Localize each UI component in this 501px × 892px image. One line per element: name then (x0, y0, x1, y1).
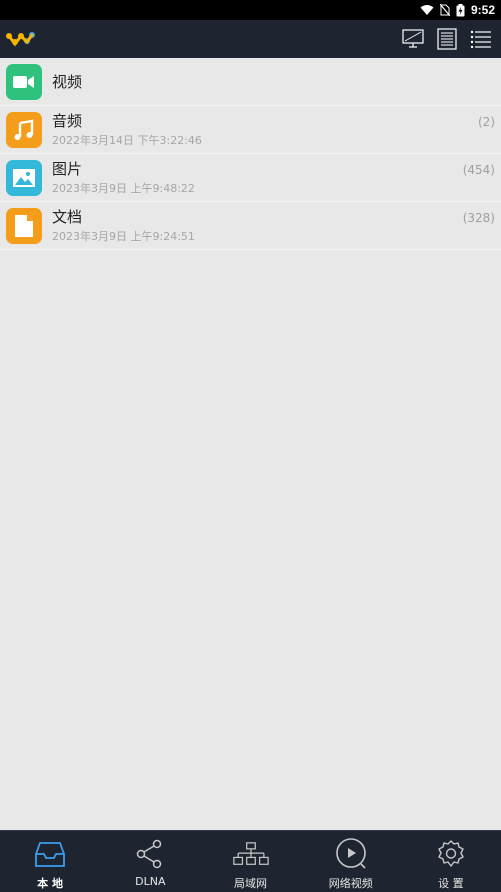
list-item-documents[interactable]: 文档 2023年3月9日 上午9:24:51 (328) (0, 202, 501, 250)
list-item-count: (328) (462, 211, 495, 225)
top-toolbar (0, 20, 501, 58)
list-item-label: 视频 (52, 72, 83, 91)
list-item-label: 音频 (52, 111, 83, 130)
list-item-date: 2023年3月9日 上午9:48:22 (52, 181, 195, 195)
list-item-audio[interactable]: 音频 2022年3月14日 下午3:22:46 (2) (0, 106, 501, 154)
nav-label: DLNA (135, 875, 166, 888)
nav-label: 网络视频 (328, 877, 373, 890)
gear-icon (433, 837, 469, 871)
document-view-icon (437, 28, 457, 50)
play-circle-icon (333, 837, 369, 871)
list-item-date: 2022年3月14日 下午3:22:46 (52, 133, 202, 147)
inbox-icon (32, 837, 68, 871)
image-icon (6, 159, 42, 196)
list-item-label: 文档 (52, 207, 83, 226)
screen-button[interactable] (401, 27, 425, 51)
screen-icon (402, 29, 424, 48)
nav-label: 局域网 (234, 877, 267, 890)
list-item-count: (2) (478, 115, 495, 129)
nav-local[interactable]: 本 地 (0, 831, 100, 892)
document-view-button[interactable] (435, 27, 459, 51)
list-item-video[interactable]: 视频 (0, 58, 501, 106)
list-item-date: 2023年3月9日 上午9:24:51 (52, 229, 195, 243)
nav-dlna[interactable]: DLNA (100, 831, 200, 892)
no-sim-icon (439, 4, 450, 16)
nav-label: 本 地 (37, 877, 64, 890)
network-icon (232, 837, 269, 871)
wifi-icon (420, 5, 434, 15)
nav-settings[interactable]: 设 置 (401, 831, 501, 892)
app-logo (4, 27, 36, 51)
list-view-icon (470, 30, 491, 49)
bottom-navigation: 本 地 DLNA 局域网 网络视频 设 置 (0, 830, 501, 892)
list-item-label: 图片 (52, 159, 83, 178)
list-item-count: (454) (462, 163, 495, 177)
share-icon (132, 837, 168, 871)
nav-network-video[interactable]: 网络视频 (301, 831, 401, 892)
video-icon (6, 63, 42, 100)
nav-lan[interactable]: 局域网 (200, 831, 300, 892)
clock: 9:52 (470, 3, 495, 17)
status-bar: 9:52 (0, 0, 501, 20)
document-icon (6, 207, 42, 244)
battery-icon (456, 3, 465, 16)
list-item-images[interactable]: 图片 2023年3月9日 上午9:48:22 (454) (0, 154, 501, 202)
nav-label: 设 置 (438, 877, 464, 890)
media-category-list: 视频 音频 2022年3月14日 下午3:22:46 (2) 图片 2023年3… (0, 58, 501, 250)
music-icon (6, 111, 42, 148)
list-view-button[interactable] (469, 27, 493, 51)
